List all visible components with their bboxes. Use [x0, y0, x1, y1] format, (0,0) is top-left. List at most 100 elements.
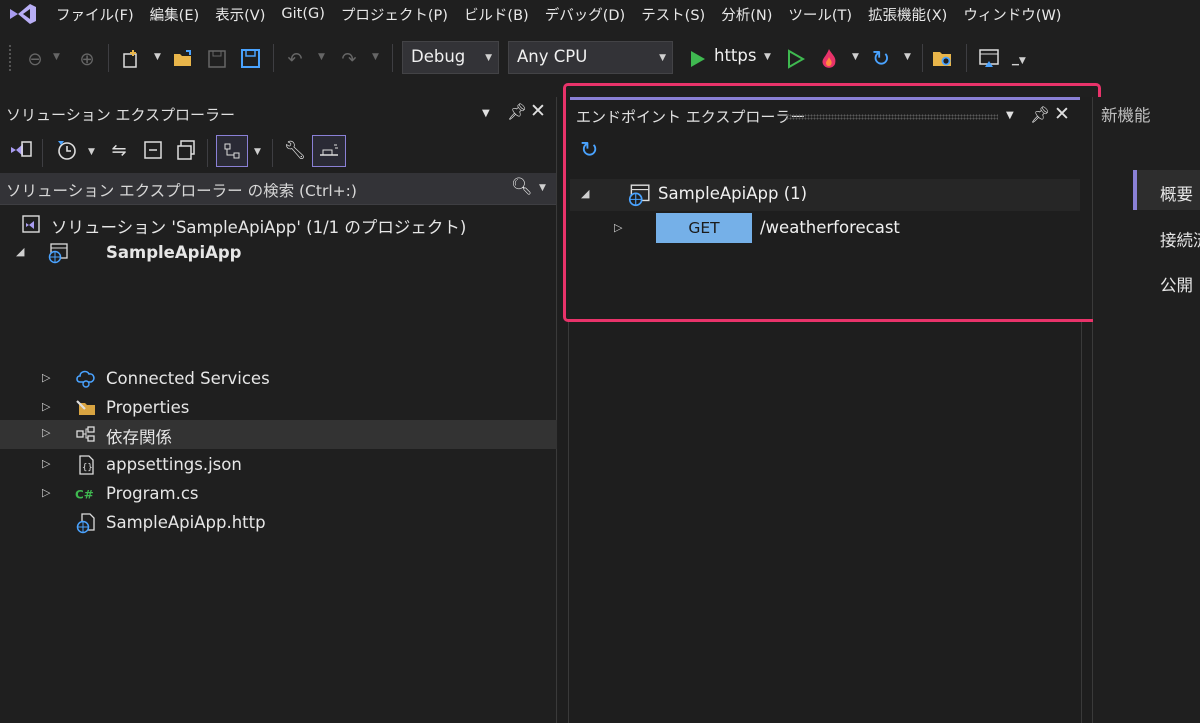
http-file-icon — [75, 512, 97, 534]
visual-studio-logo-icon[interactable] — [6, 2, 40, 26]
properties-wrench-icon[interactable]: 🔧︎ — [282, 137, 308, 163]
chevron-down-icon: ▼ — [659, 53, 666, 63]
menu-debug[interactable]: デバッグ(D) — [537, 4, 633, 25]
menu-file[interactable]: ファイル(F) — [48, 4, 142, 25]
navigate-back-icon[interactable]: ⊖ — [22, 46, 48, 72]
toolbar-separator — [392, 44, 393, 72]
endpoint-path[interactable]: /weatherforecast — [760, 218, 900, 237]
tree-item-dependencies[interactable]: ▷ 依存関係 — [0, 420, 557, 449]
preview-selected-items-icon[interactable] — [312, 135, 346, 167]
start-debugging-icon[interactable] — [684, 46, 710, 72]
tree-item-appsettings[interactable]: ▷ {} appsettings.json — [0, 451, 557, 480]
open-folder-icon[interactable] — [170, 46, 196, 72]
new-item-icon[interactable] — [118, 46, 144, 72]
publish-web-icon[interactable] — [976, 46, 1002, 72]
web-project-icon — [47, 242, 69, 264]
http-method-badge[interactable]: GET — [656, 213, 752, 243]
switch-views-dropdown-icon[interactable]: ▼ — [254, 147, 261, 157]
navigate-forward-icon[interactable]: ⊕ — [74, 46, 100, 72]
tree-item-properties[interactable]: ▷ Properties — [0, 394, 557, 423]
search-icon[interactable]: 🔍︎ — [511, 177, 533, 197]
collapsed-arrow-icon[interactable]: ▷ — [42, 371, 50, 384]
menu-test[interactable]: テスト(S) — [633, 4, 713, 25]
collapsed-arrow-icon[interactable]: ▷ — [42, 486, 50, 499]
run-profile-dropdown-icon[interactable]: ▼ — [764, 52, 771, 62]
start-without-debugging-icon[interactable] — [782, 46, 808, 72]
pin-icon[interactable]: 📌︎ — [507, 102, 527, 121]
save-all-icon[interactable] — [238, 46, 264, 72]
menu-git[interactable]: Git(G) — [273, 6, 333, 22]
pane-divider — [568, 320, 569, 723]
hot-reload-icon[interactable] — [816, 46, 842, 72]
toolbar-separator — [966, 44, 967, 72]
configuration-dropdown[interactable]: Debug ▼ — [402, 41, 499, 74]
tree-item-http-file[interactable]: SampleApiApp.http — [0, 509, 557, 538]
run-profile-label[interactable]: https — [714, 46, 756, 65]
tree-item-project[interactable]: ◢ SampleApiApp — [0, 239, 557, 268]
solution-label: ソリューション 'SampleApiApp' (1/1 のプロジェクト) — [51, 218, 467, 237]
menu-view[interactable]: 表示(V) — [207, 4, 273, 25]
menu-build[interactable]: ビルド(B) — [456, 4, 537, 25]
svg-text:C#: C# — [75, 488, 94, 502]
collapsed-arrow-icon[interactable]: ▷ — [42, 457, 50, 470]
toolbar-separator — [273, 44, 274, 72]
collapse-all-icon[interactable] — [140, 137, 166, 163]
item-label: appsettings.json — [106, 455, 242, 474]
sync-with-document-icon[interactable]: ⇋ — [106, 137, 132, 163]
redo-icon[interactable]: ↷ — [336, 46, 362, 72]
tree-item-solution[interactable]: ソリューション 'SampleApiApp' (1/1 のプロジェクト) — [0, 210, 557, 239]
properties-folder-icon — [75, 397, 97, 419]
toolbar-overflow-icon[interactable]: ▁▼ — [1012, 56, 1026, 66]
filter-dropdown-icon[interactable]: ▼ — [88, 147, 95, 157]
undo-icon[interactable]: ↶ — [282, 46, 308, 72]
restart-icon[interactable]: ↻ — [868, 46, 894, 72]
json-file-icon: {} — [75, 454, 97, 476]
solution-explorer-search[interactable]: ソリューション エクスプローラー の検索 (Ctrl+:) 🔍︎ ▼ — [0, 173, 556, 205]
close-icon[interactable]: ✕ — [530, 100, 546, 122]
restart-dropdown-icon[interactable]: ▼ — [904, 52, 911, 62]
menu-window[interactable]: ウィンドウ(W) — [955, 4, 1069, 25]
menu-analyze[interactable]: 分析(N) — [713, 4, 780, 25]
platform-dropdown[interactable]: Any CPU ▼ — [508, 41, 673, 74]
collapsed-arrow-icon[interactable]: ▷ — [42, 426, 50, 439]
toolbar-grip[interactable] — [8, 44, 12, 72]
window-position-dropdown-icon[interactable]: ▼ — [482, 108, 490, 119]
navigate-back-dropdown-icon[interactable]: ▼ — [53, 52, 60, 62]
menu-edit[interactable]: 編集(E) — [142, 4, 207, 25]
expanded-arrow-icon[interactable]: ◢ — [581, 187, 589, 200]
show-all-files-icon[interactable] — [173, 137, 199, 163]
tree-item-connected-services[interactable]: ▷ Connected Services — [0, 365, 557, 394]
toolbar-separator — [922, 44, 923, 72]
close-icon[interactable]: ✕ — [1054, 103, 1070, 125]
expanded-arrow-icon[interactable]: ◢ — [16, 245, 24, 258]
refresh-icon[interactable]: ↻ — [580, 138, 598, 163]
pane-divider — [1081, 320, 1082, 723]
toolbar-separator — [42, 139, 43, 167]
endpoint-project-row[interactable]: ◢ SampleApiApp (1) — [570, 179, 1080, 211]
pending-changes-filter-icon[interactable] — [54, 137, 80, 163]
collapsed-arrow-icon[interactable]: ▷ — [42, 400, 50, 413]
solution-folder-search-icon[interactable] — [930, 46, 956, 72]
item-label: Properties — [106, 398, 190, 417]
window-position-dropdown-icon[interactable]: ▼ — [1006, 110, 1014, 121]
new-item-dropdown-icon[interactable]: ▼ — [154, 52, 161, 62]
hot-reload-dropdown-icon[interactable]: ▼ — [852, 52, 859, 62]
tree-item-program-cs[interactable]: ▷ C# Program.cs — [0, 480, 557, 509]
menu-project[interactable]: プロジェクト(P) — [333, 4, 456, 25]
pin-icon[interactable]: 📌︎ — [1030, 105, 1050, 124]
redo-dropdown-icon[interactable]: ▼ — [372, 52, 379, 62]
whats-new-item-connected[interactable]: 接続済 — [1160, 227, 1200, 251]
panel-drag-grip[interactable] — [786, 114, 998, 120]
save-icon[interactable] — [204, 46, 230, 72]
whats-new-item-publish[interactable]: 公開 — [1160, 272, 1193, 296]
search-input[interactable]: ソリューション エクスプローラー の検索 (Ctrl+:) — [6, 179, 357, 201]
vs-solution-switch-icon[interactable] — [8, 137, 34, 163]
menu-extensions[interactable]: 拡張機能(X) — [860, 4, 955, 25]
menu-tools[interactable]: ツール(T) — [780, 4, 860, 25]
switch-views-icon[interactable] — [216, 135, 248, 167]
collapsed-arrow-icon[interactable]: ▷ — [614, 221, 622, 234]
item-label: 依存関係 — [106, 428, 172, 447]
whats-new-item-overview[interactable]: 概要 — [1160, 181, 1193, 205]
undo-dropdown-icon[interactable]: ▼ — [318, 52, 325, 62]
search-options-dropdown-icon[interactable]: ▼ — [539, 183, 546, 193]
